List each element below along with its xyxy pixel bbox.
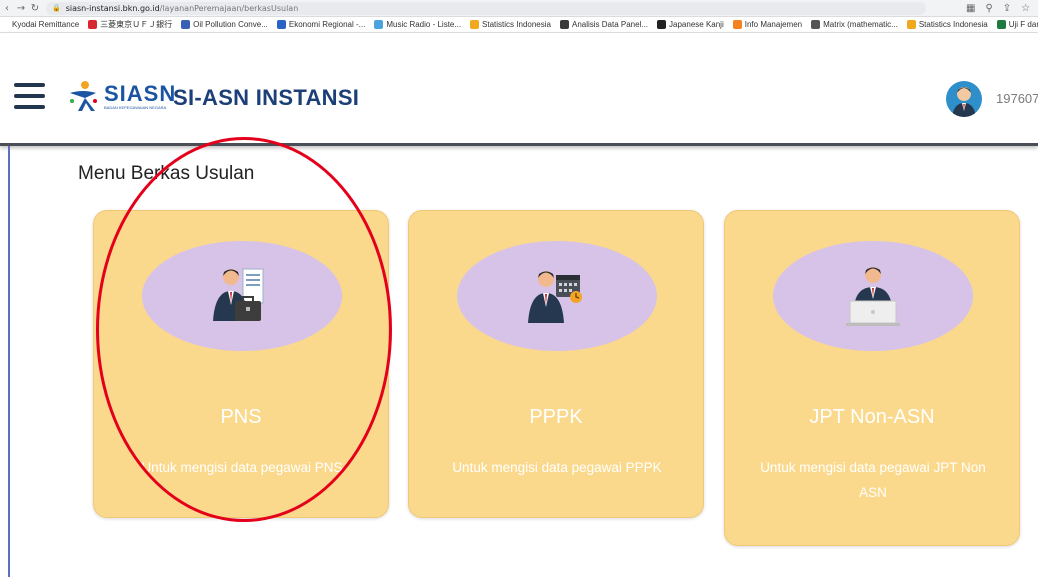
bookmark-item[interactable]: Japanese Kanji	[657, 20, 724, 29]
card-pppk[interactable]: PPPK Untuk mengisi data pegawai PPPK	[408, 210, 704, 518]
bookmark-favicon-icon	[811, 20, 821, 29]
bookmark-label: Music Radio - Liste...	[386, 20, 462, 29]
reload-icon[interactable]: ↻	[28, 3, 42, 14]
user-id: 1976072	[996, 91, 1038, 106]
bookmark-item[interactable]: Statistics Indonesia	[906, 20, 988, 29]
url-path: /layananPeremajaan/berkasUsulan	[159, 3, 299, 13]
card-description: Untuk mengisi data pegawai PPPK	[452, 460, 662, 475]
bookmark-label: 三菱東京ＵＦＪ銀行	[100, 20, 173, 29]
url-input[interactable]: 🔒 siasn-instansi.bkn.go.id /layananPerem…	[46, 1, 926, 15]
bookmark-item[interactable]: Info Manajemen	[732, 20, 803, 29]
bookmark-label: Matrix (mathematic...	[823, 20, 898, 29]
bookmark-favicon-icon	[181, 20, 191, 29]
browser-address-bar: ‹ → ↻ 🔒 siasn-instansi.bkn.go.id /layana…	[0, 0, 1038, 17]
card-pns[interactable]: PNS Untuk mengisi data pegawai PNS	[93, 210, 389, 518]
menu-hamburger-icon[interactable]	[14, 83, 45, 109]
card-title: JPT Non-ASN	[809, 406, 935, 428]
bookmark-favicon-icon	[996, 20, 1006, 29]
bookmark-label: Info Manajemen	[744, 20, 803, 29]
logo-subtext: BADAN KEPEGAWAIAN NEGARA	[104, 105, 167, 110]
bookmark-favicon-icon	[732, 20, 742, 29]
bookmark-item[interactable]: Ekonomi Regional -...	[276, 20, 366, 29]
bookmark-favicon-icon	[0, 20, 9, 29]
bookmark-item[interactable]: 三菱東京ＵＦＪ銀行	[88, 19, 172, 30]
content-left-border	[8, 146, 10, 577]
bookmark-favicon-icon	[906, 20, 916, 29]
url-host: siasn-instansi.bkn.go.id	[65, 3, 160, 13]
employee-calendar-icon	[528, 271, 582, 323]
bookmark-item[interactable]: Music Radio - Liste...	[374, 20, 461, 29]
page-title: Menu Berkas Usulan	[78, 163, 255, 184]
bookmarks-bar: Kyodai Remittance 三菱東京ＵＦＪ銀行 Oil Pollution …	[0, 17, 1038, 33]
zoom-icon[interactable]: ⚲	[985, 3, 992, 14]
bookmark-label: Statistics Indonesia	[918, 20, 988, 29]
card-description: Untuk mengisi data pegawai JPT Non ASN	[760, 460, 986, 500]
bookmark-label: Ekonomi Regional -...	[288, 20, 366, 29]
logo-text: SIASN	[104, 81, 177, 106]
app-title: SI-ASN INSTANSI	[173, 85, 360, 110]
bookmark-favicon-icon	[276, 20, 286, 29]
user-avatar[interactable]	[946, 81, 982, 117]
bookmark-label: Oil Pollution Conve...	[193, 20, 268, 29]
translate-icon[interactable]: ▦	[966, 3, 975, 14]
bookmark-label: Kyodai Remittance	[12, 20, 80, 29]
back-arrow-icon[interactable]: ‹	[0, 3, 14, 14]
share-icon[interactable]: ⇪	[1003, 3, 1011, 14]
card-icon-bg	[457, 241, 657, 351]
bookmark-label: Uji F dan Uji T - Uji...	[1008, 20, 1038, 29]
bookmark-favicon-icon	[470, 20, 480, 29]
bookmark-favicon-icon	[657, 20, 667, 29]
bookmark-label: Analisis Data Panel...	[571, 20, 649, 29]
bookmark-item[interactable]: Uji F dan Uji T - Uji...	[996, 20, 1038, 29]
employee-laptop-icon	[846, 267, 900, 326]
bookmark-favicon-icon	[88, 20, 98, 29]
bookmark-favicon-icon	[374, 20, 384, 29]
app-header: SIASN BADAN KEPEGAWAIAN NEGARA SI-ASN IN…	[0, 33, 1038, 146]
bookmark-item[interactable]: Kyodai Remittance	[0, 20, 79, 29]
bookmark-item[interactable]: Statistics Indonesia	[470, 20, 551, 29]
card-icon-bg	[773, 241, 973, 351]
bookmark-favicon-icon	[559, 20, 569, 29]
bookmark-item[interactable]: Oil Pollution Conve...	[181, 20, 268, 29]
card-title: PPPK	[529, 406, 583, 428]
card-description: Untuk mengisi data pegawai PNS	[141, 460, 343, 475]
bookmark-label: Statistics Indonesia	[482, 20, 551, 29]
employee-briefcase-icon	[213, 268, 264, 321]
card-jpt-non-asn[interactable]: JPT Non-ASN Untuk mengisi data pegawai J…	[724, 210, 1020, 546]
bookmark-star-icon[interactable]: ☆	[1021, 3, 1030, 14]
bookmark-item[interactable]: Matrix (mathematic...	[811, 20, 898, 29]
lock-icon: 🔒	[52, 4, 61, 12]
bookmark-label: Japanese Kanji	[669, 20, 724, 29]
card-icon-bg	[142, 241, 342, 351]
card-title: PNS	[220, 406, 262, 428]
siasn-logo-icon	[70, 81, 97, 111]
bookmark-item[interactable]: Analisis Data Panel...	[559, 20, 649, 29]
forward-arrow-icon[interactable]: →	[14, 3, 28, 14]
